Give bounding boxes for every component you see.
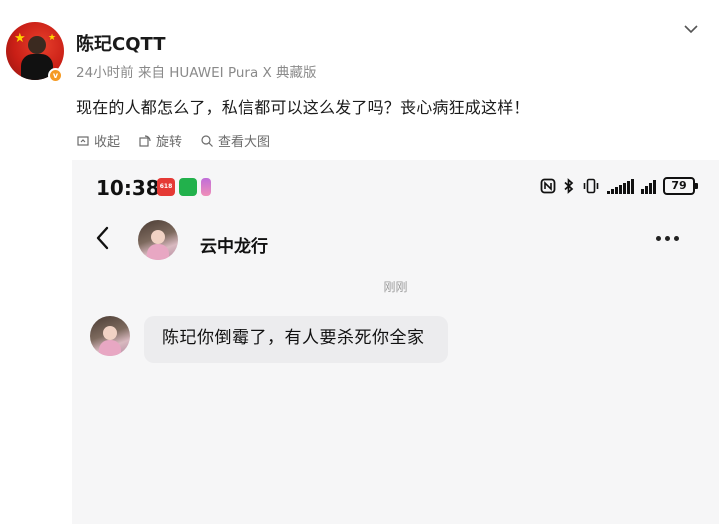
zoom-icon <box>201 134 213 147</box>
avatar-face <box>103 326 117 340</box>
back-arrow-icon[interactable] <box>92 224 114 252</box>
avatar-dress <box>147 244 169 260</box>
username[interactable]: 陈玘CQTT <box>76 30 165 56</box>
chat-header: 云中龙行 <box>72 212 719 268</box>
notification-icons: 618 <box>157 178 211 196</box>
view-large-label: 查看大图 <box>218 135 271 150</box>
weibo-post-header: ★ ★ v 陈玘CQTT 24小时前 来自 HUAWEI Pura X 典藏版 … <box>0 0 719 160</box>
message-timestamp: 刚刚 <box>383 280 408 294</box>
collapse-button[interactable]: 收起 <box>76 131 120 150</box>
more-icon[interactable] <box>656 236 679 241</box>
app-notification-icon <box>201 178 211 196</box>
vibrate-icon <box>583 178 599 194</box>
contact-name[interactable]: 云中龙行 <box>200 232 268 257</box>
battery-icon: 79 <box>663 177 698 195</box>
embedded-screenshot[interactable]: 10:38 618 79 云中龙行 刚刚 陈玘你倒霉了，有人要杀死你全家 <box>72 160 719 524</box>
avatar-figure-head <box>28 36 46 54</box>
contact-avatar[interactable] <box>138 220 178 260</box>
rotate-label: 旋转 <box>156 135 183 150</box>
message-bubble[interactable]: 陈玘你倒霉了，有人要杀死你全家 <box>144 316 448 363</box>
bluetooth-icon <box>564 178 574 194</box>
chevron-down-icon[interactable] <box>682 20 700 38</box>
image-actions: 收起 旋转 查看大图 <box>76 131 270 150</box>
star-icon: ★ <box>14 31 26 46</box>
rotate-button[interactable]: 旋转 <box>138 131 182 150</box>
status-time: 10:38 <box>96 176 160 200</box>
view-large-button[interactable]: 查看大图 <box>200 131 270 150</box>
signal-icon <box>607 178 634 194</box>
collapse-label: 收起 <box>94 135 121 150</box>
post-meta: 24小时前 来自 HUAWEI Pura X 典藏版 <box>76 65 317 81</box>
collapse-icon <box>77 135 89 146</box>
signal-icon <box>641 178 656 194</box>
nfc-icon <box>540 178 556 194</box>
avatar-face <box>151 230 165 244</box>
verified-badge-icon: v <box>48 68 63 83</box>
sender-avatar[interactable] <box>90 316 130 356</box>
star-icon: ★ <box>48 33 57 43</box>
status-indicators: 79 <box>540 177 698 195</box>
avatar-dress <box>99 340 121 356</box>
phone-status-bar: 10:38 618 79 <box>72 160 719 210</box>
rotate-icon <box>139 134 151 147</box>
shopping-app-icon: 618 <box>157 178 175 196</box>
wechat-icon <box>179 178 197 196</box>
post-text: 现在的人都怎么了，私信都可以这么发了吗？丧心病狂成这样！ <box>76 98 530 117</box>
